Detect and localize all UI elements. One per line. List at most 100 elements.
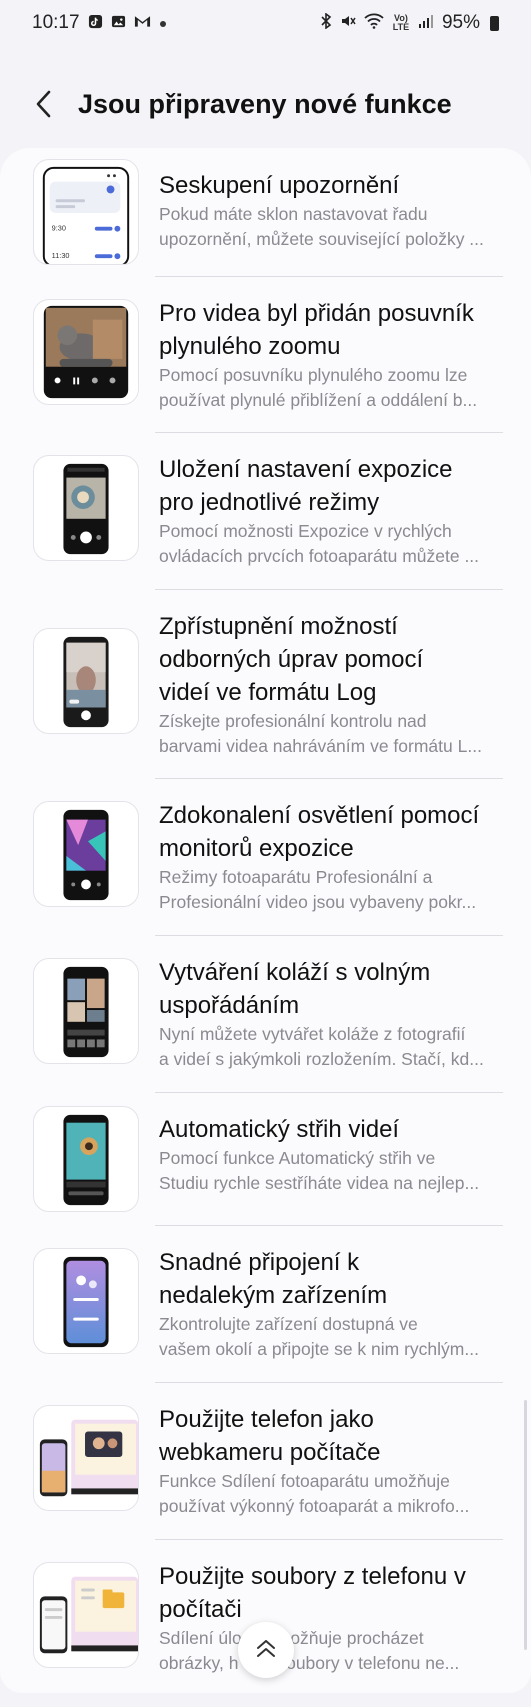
desc-line: Zkontrolujte zařízení dostupná ve (159, 1314, 418, 1334)
desc-line: obrázky, h a soubory v telefonu ne... (159, 1652, 460, 1673)
volte-icon: Vo) LTE (392, 13, 410, 32)
item-title: Použijte soubory z telefonu v počítači (159, 1560, 499, 1626)
feature-list[interactable]: 9:30 11:30 Seskupení upozornění Pokud má… (0, 148, 531, 1693)
thumbnail-log-video (33, 628, 139, 734)
thumb-time-1: 9:30 (52, 224, 66, 233)
desc-line: Profesionální video jsou vybaveny pokr..… (159, 891, 477, 912)
thumbnail-webcam (33, 1405, 139, 1511)
desc-line: Pomocí možnosti Expozice v rychlých (159, 521, 452, 541)
item-title: Uložení nastavení expozice pro jednotliv… (159, 453, 499, 519)
title-line: počítači (159, 1596, 242, 1623)
item-title: Zpřístupnění možností odborných úprav po… (159, 610, 499, 709)
title-line: Použijte soubory z telefonu v (159, 1563, 466, 1590)
title-line: Zpřístupnění možností (159, 613, 398, 640)
item-title: Použijte telefon jako webkameru počítače (159, 1403, 499, 1469)
status-time: 10:17 (32, 12, 80, 33)
list-item-exposure-settings[interactable]: Uložení nastavení expozice pro jednotliv… (0, 433, 531, 589)
header: Jsou připraveny nové funkce (0, 78, 531, 130)
title-line: odborných úprav pomocí (159, 646, 424, 673)
title-line: Snadné připojení k (159, 1249, 360, 1276)
item-description: Pokud máte sklon nastavovat řadu upozorn… (159, 202, 499, 251)
list-item-notification-grouping[interactable]: 9:30 11:30 Seskupení upozornění Pokud má… (0, 148, 531, 276)
mute-icon (340, 13, 356, 33)
list-item-collage[interactable]: Vytváření koláží s volným uspořádáním Ny… (0, 936, 531, 1092)
battery-icon (490, 15, 499, 31)
title-line: Seskupení upozornění (159, 172, 400, 199)
gmail-icon (134, 14, 151, 32)
title-line: Zdokonalení osvětlení pomocí (159, 802, 480, 829)
desc-line: Pomocí posuvníku plynulého zoomu lze (159, 365, 468, 385)
tiktok-icon (88, 14, 103, 33)
chevron-up-icon (257, 1640, 275, 1657)
bluetooth-icon (320, 12, 332, 33)
item-description: Získejte profesionální kontrolu nad barv… (159, 709, 499, 758)
title-line: webkameru počítače (159, 1439, 381, 1466)
desc-line: ovládacích prvcích fotoaparátu můžete ..… (159, 545, 480, 566)
item-title: Zdokonalení osvětlení pomocí monitorů ex… (159, 799, 499, 865)
back-button[interactable] (14, 78, 74, 130)
status-left: 10:17 (32, 12, 167, 34)
desc-line: barvami videa nahráváním ve formátu L... (159, 735, 482, 756)
dot-icon (159, 15, 167, 32)
title-line: plynulého zoomu (159, 333, 341, 360)
desc-line: vašem okolí a připojte se k nim rychlým.… (159, 1338, 479, 1359)
desc-line: používat plynulé přiblížení a oddálení b… (159, 389, 478, 410)
list-item-auto-trim[interactable]: Automatický střih videí Pomocí funkce Au… (0, 1093, 531, 1225)
thumbnail-exposure-monitor (33, 801, 139, 907)
title-line: uspořádáním (159, 992, 300, 1019)
desc-line: Funkce Sdílení fotoaparátu umožňuje (159, 1471, 450, 1491)
title-line: videí ve formátu Log (159, 679, 377, 706)
thumbnail-nearby-devices (33, 1248, 139, 1354)
thumb-time-2: 11:30 (52, 251, 70, 260)
scroll-to-top-button[interactable] (238, 1622, 294, 1678)
item-title: Automatický střih videí (159, 1113, 499, 1146)
item-title: Seskupení upozornění (159, 169, 499, 202)
page-title: Jsou připraveny nové funkce (78, 88, 452, 119)
item-description: Zkontrolujte zařízení dostupná ve vašem … (159, 1312, 499, 1361)
title-line: Automatický střih videí (159, 1116, 400, 1143)
thumbnail-notifications: 9:30 11:30 (33, 159, 139, 265)
status-bar: 10:17 Vo) LTE 95% (0, 0, 531, 46)
title-line: nedalekým zařízením (159, 1282, 388, 1309)
title-line: monitorů expozice (159, 835, 354, 862)
thumbnail-files-on-pc (33, 1562, 139, 1668)
item-title: Vytváření koláží s volným uspořádáním (159, 956, 499, 1022)
title-line: Použijte telefon jako (159, 1406, 374, 1433)
desc-line: Pomocí funkce Automatický střih ve (159, 1148, 436, 1168)
gallery-icon (111, 14, 126, 33)
item-description: Funkce Sdílení fotoaparátu umožňuje použ… (159, 1469, 499, 1518)
item-description: Pomocí možnosti Expozice v rychlých ovlá… (159, 519, 499, 568)
desc-line: používat výkonný fotoaparát a mikrofo... (159, 1495, 470, 1516)
list-item-log-video[interactable]: Zpřístupnění možností odborných úprav po… (0, 590, 531, 778)
battery-percent: 95% (441, 12, 480, 33)
list-item-exposure-monitors[interactable]: Zdokonalení osvětlení pomocí monitorů ex… (0, 779, 531, 935)
item-description: Pomocí funkce Automatický střih ve Studi… (159, 1146, 499, 1195)
thumbnail-camera-food (33, 455, 139, 561)
thumbnail-collage (33, 958, 139, 1064)
desc-line: a videí s jakýmkoli rozložením. Stačí, k… (159, 1048, 484, 1069)
thumbnail-auto-trim (33, 1106, 139, 1212)
title-line: pro jednotlivé režimy (159, 489, 380, 516)
item-description: Nyní můžete vytvářet koláže z fotografií… (159, 1022, 499, 1071)
list-item-nearby-devices[interactable]: Snadné připojení k nedalekým zařízením Z… (0, 1226, 531, 1382)
desc-line: upozornění, můžete související položky .… (159, 228, 484, 249)
desc-line: Pokud máte sklon nastavovat řadu (159, 204, 428, 224)
list-item-zoom-slider[interactable]: Pro videa byl přidán posuvník plynulého … (0, 277, 531, 432)
back-arrow-icon (36, 90, 51, 118)
item-description: Pomocí posuvníku plynulého zoomu lze pou… (159, 363, 499, 412)
desc-line: Studiu rychle sestříháte videa na nejlep… (159, 1172, 480, 1193)
wifi-icon (364, 13, 384, 33)
item-title: Pro videa byl přidán posuvník plynulého … (159, 297, 499, 363)
list-item-webcam[interactable]: Použijte telefon jako webkameru počítače… (0, 1383, 531, 1539)
desc-line: Nyní můžete vytvářet koláže z fotografií (159, 1024, 466, 1044)
item-description: Režimy fotoaparátu Profesionální a Profe… (159, 865, 499, 914)
item-description: Sdílení úlo umožňuje procházet obrázky, … (159, 1626, 499, 1675)
item-title: Snadné připojení k nedalekým zařízením (159, 1246, 499, 1312)
status-right: Vo) LTE 95% (320, 12, 499, 34)
desc-line: Sdílení úlo umožňuje procházet (159, 1628, 424, 1648)
title-line: Pro videa byl přidán posuvník (159, 300, 474, 327)
title-line: Uložení nastavení expozice (159, 456, 453, 483)
desc-line: Získejte profesionální kontrolu nad (159, 711, 427, 731)
desc-line: Režimy fotoaparátu Profesionální a (159, 867, 433, 887)
scrollbar[interactable] (524, 1400, 527, 1650)
